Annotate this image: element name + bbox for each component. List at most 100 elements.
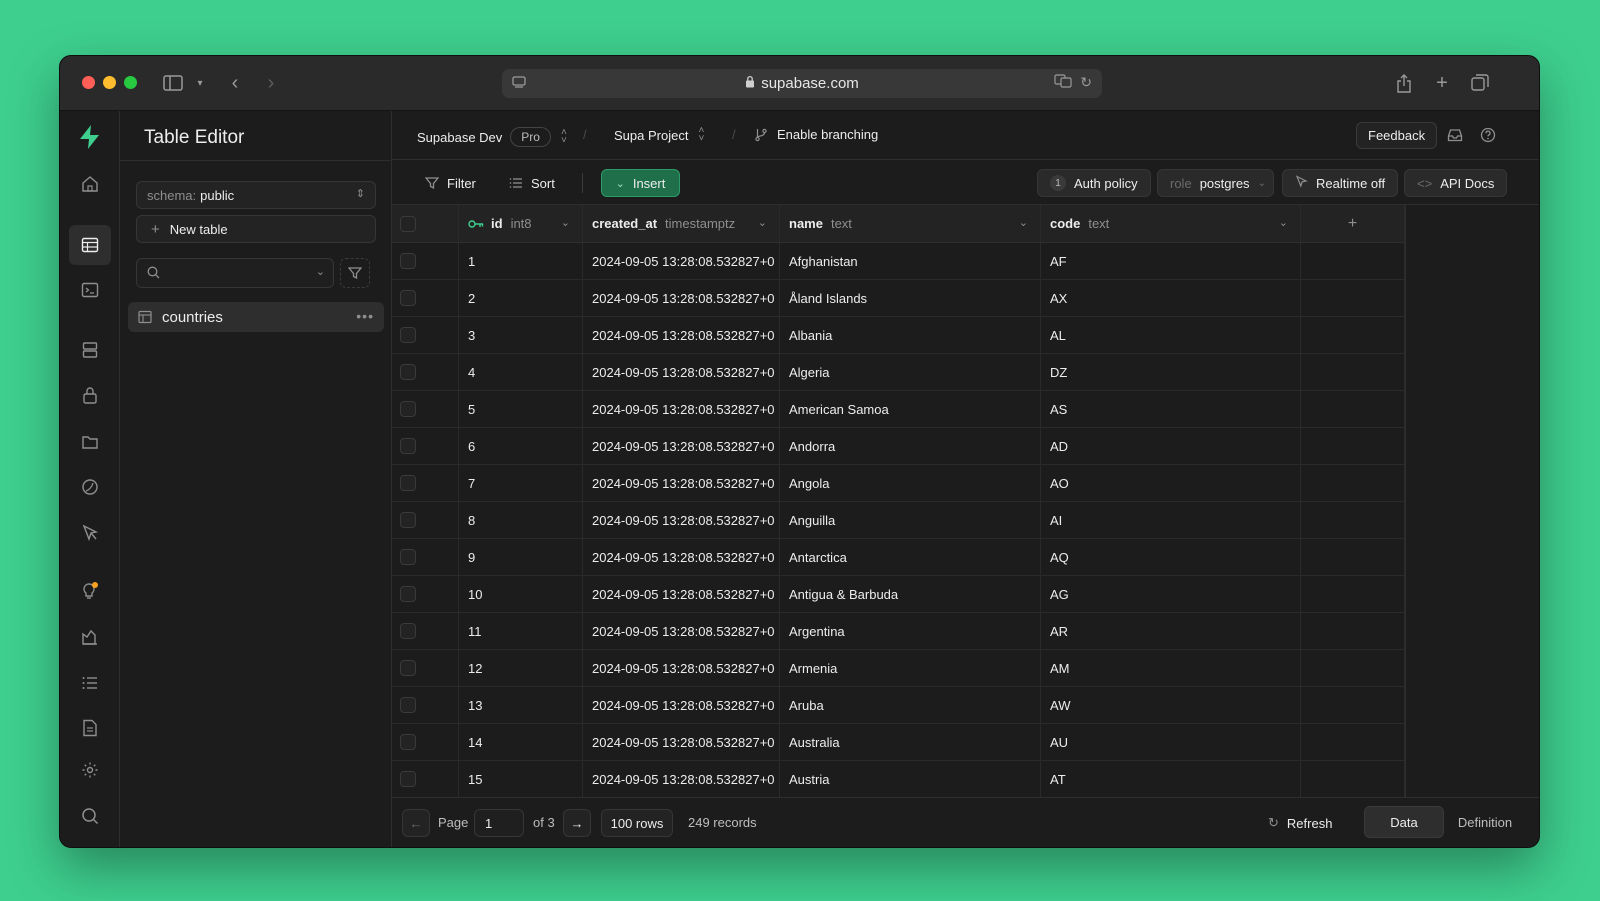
api-docs-button[interactable]: <> API Docs	[1404, 169, 1508, 197]
address-bar[interactable]: supabase.com ↻	[502, 69, 1102, 98]
cell-name[interactable]: Afghanistan	[780, 243, 1041, 279]
new-tab-icon[interactable]: +	[1430, 70, 1454, 96]
row-checkbox[interactable]	[400, 549, 416, 565]
sort-button[interactable]: Sort	[509, 169, 555, 197]
cell-name[interactable]: Angola	[780, 465, 1041, 501]
cell-id[interactable]: 13	[459, 687, 583, 723]
table-row[interactable]: 2 2024-09-05 13:28:08.532827+0 Åland Islan…	[392, 280, 1405, 317]
cell-name[interactable]: Åland Islands	[780, 280, 1041, 316]
chevron-down-icon[interactable]: ▾	[192, 70, 208, 96]
cell-created-at[interactable]: 2024-09-05 13:28:08.532827+0	[583, 502, 780, 538]
schema-select[interactable]: schema: public ⇕	[136, 181, 376, 209]
cell-name[interactable]: Antarctica	[780, 539, 1041, 575]
role-select[interactable]: role postgres ⌄	[1157, 169, 1274, 197]
chevron-down-icon[interactable]: ⌄	[1279, 216, 1288, 229]
cell-created-at[interactable]: 2024-09-05 13:28:08.532827+0	[583, 724, 780, 760]
cell-created-at[interactable]: 2024-09-05 13:28:08.532827+0	[583, 761, 780, 797]
cell-id[interactable]: 12	[459, 650, 583, 686]
cell-name[interactable]: Australia	[780, 724, 1041, 760]
sql-editor-icon[interactable]	[69, 270, 111, 310]
cell-created-at[interactable]: 2024-09-05 13:28:08.532827+0	[583, 428, 780, 464]
table-row[interactable]: 8 2024-09-05 13:28:08.532827+0 Anguilla AI	[392, 502, 1405, 539]
feedback-button[interactable]: Feedback	[1356, 122, 1438, 149]
cell-name[interactable]: Aruba	[780, 687, 1041, 723]
table-row[interactable]: 12 2024-09-05 13:28:08.532827+0 Armenia AM	[392, 650, 1405, 687]
help-icon[interactable]	[1480, 127, 1496, 148]
table-row[interactable]: 11 2024-09-05 13:28:08.532827+0 Argentina A…	[392, 613, 1405, 650]
table-row[interactable]: 5 2024-09-05 13:28:08.532827+0 American Sa…	[392, 391, 1405, 428]
row-checkbox[interactable]	[400, 438, 416, 454]
chevron-down-icon[interactable]: ⌄	[561, 216, 570, 229]
row-checkbox[interactable]	[400, 660, 416, 676]
row-checkbox[interactable]	[400, 623, 416, 639]
refresh-button[interactable]: ↻ Refresh	[1268, 809, 1332, 837]
cell-id[interactable]: 3	[459, 317, 583, 353]
cell-id[interactable]: 2	[459, 280, 583, 316]
row-checkbox[interactable]	[400, 586, 416, 602]
cell-code[interactable]: AM	[1041, 650, 1301, 686]
realtime-toggle-button[interactable]: Realtime off	[1282, 169, 1399, 197]
auth-icon[interactable]	[69, 375, 111, 415]
cell-name[interactable]: Armenia	[780, 650, 1041, 686]
table-row[interactable]: 4 2024-09-05 13:28:08.532827+0 Algeria DZ	[392, 354, 1405, 391]
column-header-code[interactable]: code text ⌄	[1041, 205, 1301, 242]
cell-created-at[interactable]: 2024-09-05 13:28:08.532827+0	[583, 613, 780, 649]
inbox-icon[interactable]	[1447, 127, 1463, 148]
table-row[interactable]: 13 2024-09-05 13:28:08.532827+0 Aruba AW	[392, 687, 1405, 724]
table-editor-icon[interactable]	[69, 225, 111, 265]
page-number-input[interactable]	[474, 809, 524, 837]
chevron-down-icon[interactable]: ⌄	[316, 265, 325, 278]
row-checkbox[interactable]	[400, 771, 416, 787]
zoom-window-button[interactable]	[124, 76, 137, 89]
cell-code[interactable]: AG	[1041, 576, 1301, 612]
row-checkbox[interactable]	[400, 327, 416, 343]
cell-code[interactable]: AI	[1041, 502, 1301, 538]
select-all-checkbox[interactable]	[400, 215, 416, 232]
table-row[interactable]: 14 2024-09-05 13:28:08.532827+0 Australia A…	[392, 724, 1405, 761]
advisors-icon[interactable]	[69, 571, 111, 611]
cell-code[interactable]: AT	[1041, 761, 1301, 797]
cell-id[interactable]: 11	[459, 613, 583, 649]
new-table-button[interactable]: + New table	[136, 215, 376, 243]
row-checkbox[interactable]	[400, 734, 416, 750]
cell-code[interactable]: DZ	[1041, 354, 1301, 390]
settings-icon[interactable]	[69, 750, 111, 790]
cell-id[interactable]: 9	[459, 539, 583, 575]
minimize-window-button[interactable]	[103, 76, 116, 89]
cell-name[interactable]: Argentina	[780, 613, 1041, 649]
cell-code[interactable]: AO	[1041, 465, 1301, 501]
cell-created-at[interactable]: 2024-09-05 13:28:08.532827+0	[583, 243, 780, 279]
cell-id[interactable]: 10	[459, 576, 583, 612]
page-menu-icon[interactable]	[512, 75, 526, 93]
close-window-button[interactable]	[82, 76, 95, 89]
row-checkbox[interactable]	[400, 401, 416, 417]
cell-name[interactable]: Albania	[780, 317, 1041, 353]
tab-overview-icon[interactable]	[1468, 70, 1492, 96]
cell-id[interactable]: 1	[459, 243, 583, 279]
cell-created-at[interactable]: 2024-09-05 13:28:08.532827+0	[583, 317, 780, 353]
cell-code[interactable]: AR	[1041, 613, 1301, 649]
cell-id[interactable]: 15	[459, 761, 583, 797]
share-icon[interactable]	[1392, 70, 1416, 96]
row-checkbox[interactable]	[400, 475, 416, 491]
cell-created-at[interactable]: 2024-09-05 13:28:08.532827+0	[583, 650, 780, 686]
cell-created-at[interactable]: 2024-09-05 13:28:08.532827+0	[583, 280, 780, 316]
tab-definition[interactable]: Definition	[1446, 806, 1524, 838]
chevron-down-icon[interactable]: ⌄	[758, 216, 767, 229]
tab-data[interactable]: Data	[1364, 806, 1444, 838]
cell-name[interactable]: Andorra	[780, 428, 1041, 464]
breadcrumb-org[interactable]: Supabase Dev Pro ˄ ˅	[417, 127, 567, 147]
cell-created-at[interactable]: 2024-09-05 13:28:08.532827+0	[583, 354, 780, 390]
table-row[interactable]: 10 2024-09-05 13:28:08.532827+0 Antigua & …	[392, 576, 1405, 613]
table-row[interactable]: 1 2024-09-05 13:28:08.532827+0 Afghanistan…	[392, 243, 1405, 280]
cell-code[interactable]: AD	[1041, 428, 1301, 464]
table-search-input[interactable]: ⌄	[136, 258, 334, 288]
supabase-logo-icon[interactable]	[69, 117, 111, 157]
cell-code[interactable]: AU	[1041, 724, 1301, 760]
table-row[interactable]: 3 2024-09-05 13:28:08.532827+0 Albania AL	[392, 317, 1405, 354]
auth-policy-button[interactable]: 1 Auth policy	[1037, 169, 1151, 197]
cell-code[interactable]: AQ	[1041, 539, 1301, 575]
logs-icon[interactable]	[69, 663, 111, 703]
column-header-name[interactable]: name text ⌄	[780, 205, 1041, 242]
cell-code[interactable]: AS	[1041, 391, 1301, 427]
